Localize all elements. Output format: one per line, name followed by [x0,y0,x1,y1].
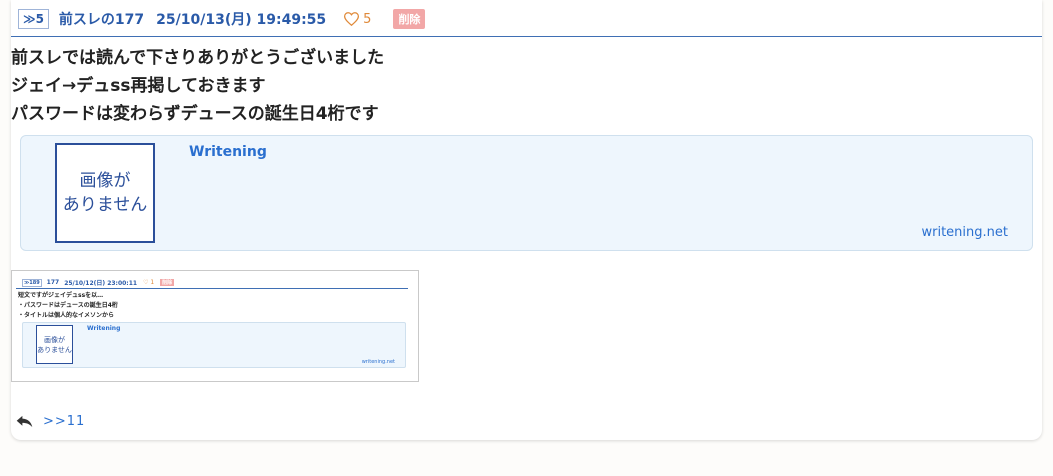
thumb-no-image-text: ありません [37,345,72,354]
thumb-card-title: Writening [87,325,121,332]
like-button[interactable]: 5 [344,12,371,27]
thumb-body: 短文ですがジェイデュssを以… ・パスワードはデュースの誕生日4桁 ・タイトルは… [18,291,118,321]
header-divider [11,36,1042,37]
post-datetime: 25/10/13(月) 19:49:55 [156,12,327,28]
post-card: ≫5 前スレの177 25/10/13(月) 19:49:55 5 削除 前スレ… [11,0,1042,440]
post-footer: >>11 [16,414,85,429]
post-author: 前スレの177 [58,12,145,28]
heart-icon [344,12,360,26]
thumb-author: 177 [46,279,60,286]
thumb-header: ≫189 177 25/10/12(日) 23:00:11 ♡ 1 削除 [22,278,175,287]
reply-icon[interactable] [16,415,33,428]
body-line: 前スレでは読んで下さりありがとうございました [11,48,385,68]
no-image-text: ありません [62,195,148,215]
no-image-text: 画像が [79,171,131,191]
link-card-title[interactable]: Writening [189,144,267,160]
post-number-badge[interactable]: ≫5 [18,9,49,29]
thumb-card-domain: writening.net [361,359,395,365]
link-preview-card[interactable]: 画像が ありません Writening writening.net [20,135,1033,251]
reply-anchor-link[interactable]: >>11 [43,414,85,429]
thumb-line: ・パスワードはデュースの誕生日4桁 [18,302,118,309]
attached-screenshot-thumbnail[interactable]: ≫189 177 25/10/12(日) 23:00:11 ♡ 1 削除 短文で… [11,270,419,382]
thumb-no-image-text: 画像が [44,335,65,344]
body-line: ジェイ→デュss再掲しておきます [11,76,266,96]
no-image-placeholder: 画像が ありません [55,143,155,243]
thumb-number-badge: ≫189 [22,278,42,287]
delete-button[interactable]: 削除 [393,9,426,29]
thumb-link-card: 画像が ありません Writening writening.net [22,322,406,368]
thumb-line: ・タイトルは個人的なイメソンから [18,312,115,319]
body-line: パスワードは変わらずデュースの誕生日4桁です [11,104,379,124]
thumb-like: ♡ 1 [143,279,155,286]
thumb-line: 短文ですがジェイデュssを以… [18,292,104,299]
like-count: 5 [363,11,372,27]
post-header: ≫5 前スレの177 25/10/13(月) 19:49:55 5 削除 [18,8,426,30]
thumb-divider [16,288,408,289]
link-card-domain: writening.net [921,225,1009,240]
thumb-no-image: 画像が ありません [36,325,73,364]
thumb-delete-label: 削除 [160,279,175,286]
thumb-datetime: 25/10/12(日) 23:00:11 [64,280,138,287]
post-body: 前スレでは読んで下さりありがとうございました ジェイ→デュss再掲しておきます … [11,44,384,128]
